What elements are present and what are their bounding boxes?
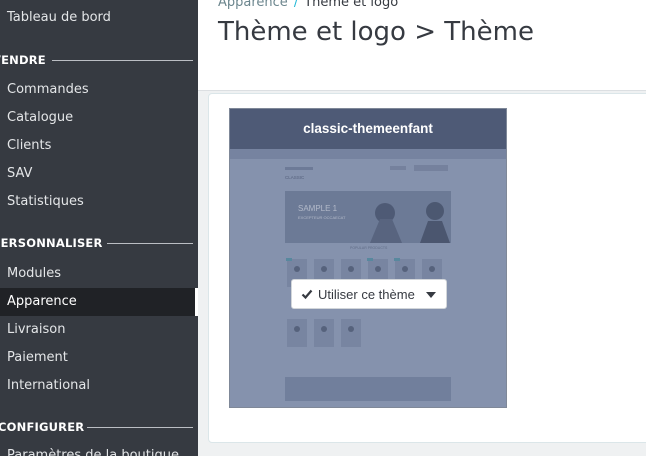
section-title-personnaliser: PERSONNALISER xyxy=(0,236,103,250)
page-header: Apparence / Thème et logo Thème et logo > … xyxy=(198,0,646,91)
theme-card[interactable]: classic-themeenfant CLASSIC SAMPLE 1 EXC… xyxy=(229,108,507,408)
sidebar-item-stats[interactable]: Statistiques xyxy=(0,188,198,216)
sidebar-item-shop-parameters[interactable]: Paramètres de la boutique xyxy=(0,442,198,456)
use-theme-label: Utiliser ce thème xyxy=(318,287,415,302)
sidebar-item-orders[interactable]: Commandes xyxy=(0,76,198,104)
sidebar-item-international[interactable]: International xyxy=(0,372,198,400)
page-title: Thème et logo > Thème xyxy=(218,17,534,47)
breadcrumb-link-appearance[interactable]: Apparence xyxy=(218,0,288,10)
sidebar-item-catalog[interactable]: Catalogue xyxy=(0,104,198,132)
sidebar-item-payment[interactable]: Paiement xyxy=(0,344,198,372)
sidebar-item-dashboard[interactable]: Tableau de bord xyxy=(0,4,198,32)
use-theme-button[interactable]: Utiliser ce thème xyxy=(291,279,447,309)
sidebar-item-modules[interactable]: Modules xyxy=(0,260,198,288)
preview-overlay xyxy=(230,149,506,407)
breadcrumb-current: Thème et logo xyxy=(304,0,399,10)
section-title-vendre: VENDRE xyxy=(0,53,46,67)
sidebar-item-customers[interactable]: Clients xyxy=(0,132,198,160)
breadcrumb: Apparence / Thème et logo xyxy=(218,0,398,10)
theme-preview-image: CLASSIC SAMPLE 1 EXCEPTEUR OCCAECAT POPU… xyxy=(230,149,506,407)
section-title-configurer: CONFIGURER xyxy=(0,420,85,434)
sidebar-item-support[interactable]: SAV xyxy=(0,160,198,188)
sidebar: Tableau de bord VENDRE Commandes Catalog… xyxy=(0,0,198,456)
theme-name: classic-themeenfant xyxy=(230,109,506,149)
sidebar-item-appearance[interactable]: Apparence xyxy=(0,288,198,316)
chevron-down-icon[interactable] xyxy=(426,292,436,298)
section-divider xyxy=(87,427,193,428)
sidebar-item-shipping[interactable]: Livraison xyxy=(0,316,198,344)
breadcrumb-separator: / xyxy=(293,0,299,10)
section-divider xyxy=(52,60,193,61)
section-divider xyxy=(107,243,193,244)
check-icon xyxy=(301,289,313,300)
